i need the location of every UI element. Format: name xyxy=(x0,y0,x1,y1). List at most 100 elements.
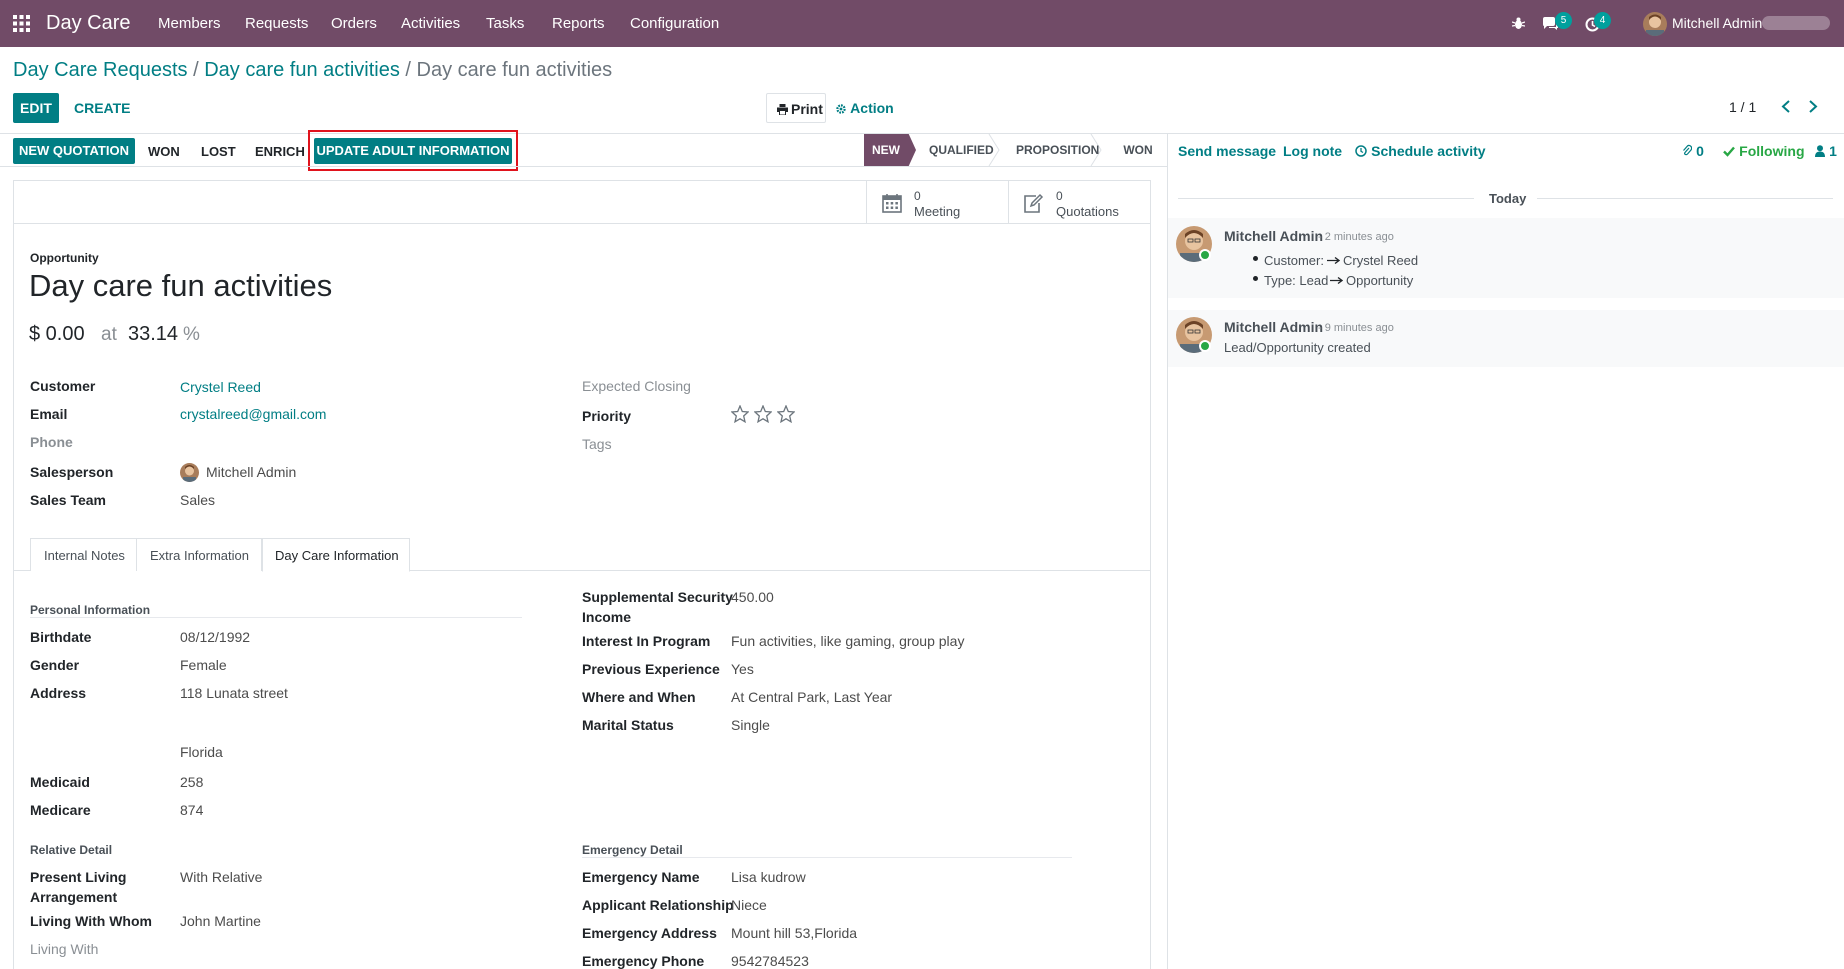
sales-team-label: Sales Team xyxy=(30,492,107,508)
stage-qualified[interactable]: QUALIFIED xyxy=(929,134,994,166)
address-street[interactable]: 118 Lunata street xyxy=(180,685,288,701)
menu-members[interactable]: Members xyxy=(158,15,221,32)
user-avatar[interactable] xyxy=(1643,12,1667,36)
edit-button[interactable]: EDIT xyxy=(13,93,59,123)
meeting-smart-button[interactable]: 0 Meeting xyxy=(867,181,1008,223)
bullet xyxy=(1253,276,1258,281)
create-button[interactable]: CREATE xyxy=(74,100,131,116)
bullet xyxy=(1253,256,1258,261)
salesperson-label: Salesperson xyxy=(30,464,114,480)
emergency-detail-title: Emergency Detail xyxy=(582,843,683,857)
print-button[interactable]: Print xyxy=(766,93,826,123)
stage-proposition[interactable]: PROPOSITION xyxy=(1016,134,1099,166)
salesperson-value[interactable]: Mitchell Admin xyxy=(206,464,296,480)
followers-button[interactable]: 1 xyxy=(1815,143,1837,160)
gender-label: Gender xyxy=(30,657,80,673)
customer-value[interactable]: Crystel Reed xyxy=(180,379,261,395)
living-with-whom-label: Living With Whom xyxy=(30,913,152,929)
email-value[interactable]: crystalreed@gmail.com xyxy=(180,406,326,422)
pager-value[interactable]: 1 / 1 xyxy=(1729,99,1756,115)
present-living-label-line2: Arrangement xyxy=(30,889,118,905)
schedule-activity-button[interactable]: Schedule activity xyxy=(1355,143,1486,160)
attachments-button[interactable]: 0 xyxy=(1682,143,1704,160)
print-icon xyxy=(777,104,788,115)
message-author[interactable]: Mitchell Admin xyxy=(1224,319,1323,335)
emergency-name-value[interactable]: Lisa kudrow xyxy=(731,869,806,885)
interest-value[interactable]: Fun activities, like gaming, group play xyxy=(731,633,964,649)
following-button[interactable]: Following xyxy=(1723,143,1805,160)
medicare-value[interactable]: 874 xyxy=(180,802,203,818)
menu-configuration[interactable]: Configuration xyxy=(630,15,719,32)
at-label: at xyxy=(101,324,117,345)
debug-bug-icon[interactable] xyxy=(1512,17,1525,30)
sales-team-value[interactable]: Sales xyxy=(180,492,215,508)
star-icon[interactable] xyxy=(776,404,796,424)
gender-value[interactable]: Female xyxy=(180,657,227,673)
enrich-button[interactable]: ENRICH xyxy=(255,144,305,159)
send-message-button[interactable]: Send message xyxy=(1178,143,1276,159)
new-quotation-button[interactable]: NEW QUOTATION xyxy=(13,138,135,164)
record-type-label: Opportunity xyxy=(30,251,99,265)
pager-next-icon[interactable] xyxy=(1808,100,1818,113)
menu-tasks[interactable]: Tasks xyxy=(486,15,524,32)
expected-revenue: $ 0.00 xyxy=(29,323,85,345)
meeting-count: 0 xyxy=(914,189,921,203)
ssi-value[interactable]: 450.00 xyxy=(731,589,774,605)
schedule-activity-label: Schedule activity xyxy=(1371,143,1486,159)
message-body: Lead/Opportunity created xyxy=(1224,340,1371,355)
percent-sign: % xyxy=(183,324,200,345)
tab-extra-information[interactable]: Extra Information xyxy=(136,538,262,571)
where-when-value[interactable]: At Central Park, Last Year xyxy=(731,689,892,705)
log-note-button[interactable]: Log note xyxy=(1283,143,1342,159)
priority-label: Priority xyxy=(582,408,632,424)
breadcrumb-root[interactable]: Day Care Requests xyxy=(13,59,188,81)
stage-won[interactable]: WON xyxy=(1118,134,1158,166)
living-with-whom-value[interactable]: John Martine xyxy=(180,913,261,929)
present-living-value[interactable]: With Relative xyxy=(180,869,262,885)
star-icon[interactable] xyxy=(753,404,773,424)
birthdate-label: Birthdate xyxy=(30,629,92,645)
lost-button[interactable]: LOST xyxy=(201,144,236,159)
star-icon[interactable] xyxy=(730,404,750,424)
menu-requests[interactable]: Requests xyxy=(245,15,308,32)
user-name[interactable]: Mitchell Admin xyxy=(1672,15,1762,31)
menu-reports[interactable]: Reports xyxy=(552,15,605,32)
breadcrumb: Day Care Requests / Day care fun activit… xyxy=(13,59,612,82)
personal-information-title: Personal Information xyxy=(30,603,151,617)
address-state[interactable]: Florida xyxy=(180,744,223,760)
tags-label: Tags xyxy=(582,436,612,452)
menu-activities[interactable]: Activities xyxy=(401,15,460,32)
statusbar-divider xyxy=(0,166,1167,167)
breadcrumb-parent[interactable]: Day care fun activities xyxy=(204,59,400,81)
medicaid-value[interactable]: 258 xyxy=(180,774,203,790)
applicant-relationship-value[interactable]: Niece xyxy=(731,897,767,913)
app-name[interactable]: Day Care xyxy=(46,12,130,35)
tab-internal-notes[interactable]: Internal Notes xyxy=(30,538,137,571)
experience-value[interactable]: Yes xyxy=(731,661,754,677)
emergency-phone-label: Emergency Phone xyxy=(582,953,705,969)
stage-new-label: NEW xyxy=(872,143,900,157)
priority-stars[interactable] xyxy=(730,404,796,427)
update-adult-information-button[interactable]: UPDATE ADULT INFORMATION xyxy=(314,138,512,164)
apps-grid-icon[interactable] xyxy=(13,15,30,32)
menu-orders[interactable]: Orders xyxy=(331,15,377,32)
record-title: Day care fun activities xyxy=(29,268,333,303)
emergency-address-value[interactable]: Mount hill 53,Florida xyxy=(731,925,857,941)
quotations-smart-button[interactable]: 0 Quotations xyxy=(1009,181,1150,223)
tab-day-care-information[interactable]: Day Care Information xyxy=(262,538,410,572)
quotations-label: Quotations xyxy=(1056,204,1119,219)
marital-value[interactable]: Single xyxy=(731,717,770,733)
tab-label: Day Care Information xyxy=(275,548,399,563)
birthdate-value[interactable]: 08/12/1992 xyxy=(180,629,250,645)
action-label: Action xyxy=(850,100,894,116)
action-button[interactable]: Action xyxy=(836,100,894,117)
won-button[interactable]: WON xyxy=(148,144,180,159)
clock-icon xyxy=(1355,145,1367,157)
online-status-icon xyxy=(1199,249,1211,261)
marital-label: Marital Status xyxy=(582,717,674,733)
date-separator: Today xyxy=(1489,191,1527,206)
message-author[interactable]: Mitchell Admin xyxy=(1224,228,1323,244)
emergency-phone-value[interactable]: 9542784523 xyxy=(731,953,809,969)
breadcrumb-separator: / xyxy=(193,59,205,81)
pager-previous-icon[interactable] xyxy=(1781,100,1791,113)
